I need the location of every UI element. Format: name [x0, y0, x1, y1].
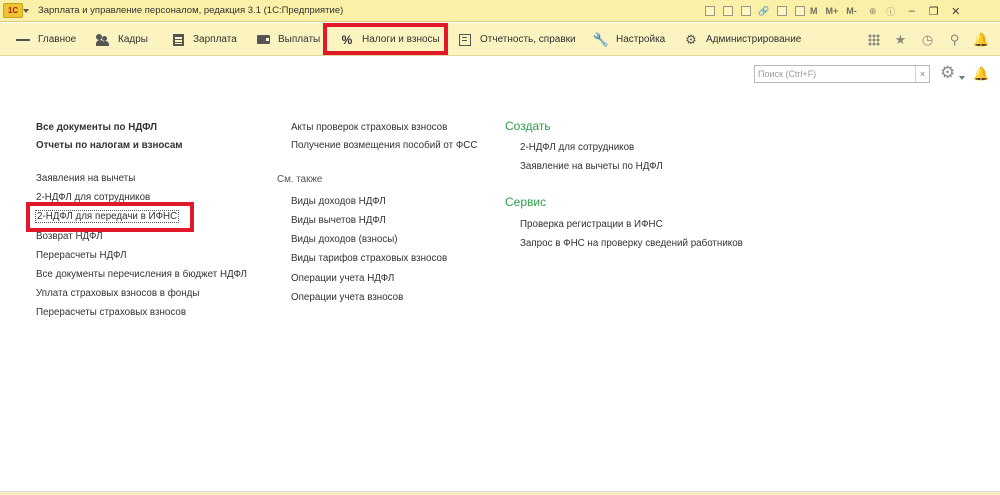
- app-logo[interactable]: 1С: [3, 3, 23, 18]
- menu-item-admin[interactable]: ⚙ Администрирование: [684, 23, 801, 56]
- menu-item-reports[interactable]: Отчетность, справки: [458, 23, 576, 56]
- menu-icon: [16, 33, 31, 47]
- link-deduction-applications[interactable]: Заявления на вычеты: [36, 173, 135, 184]
- wrench-icon: 🔧: [592, 31, 610, 47]
- star-icon[interactable]: ★: [887, 32, 914, 48]
- selected-menu-highlight: [323, 23, 448, 55]
- panel-settings-icon[interactable]: ⚙: [940, 63, 955, 83]
- menu-item-main[interactable]: Главное: [16, 23, 76, 56]
- reports-icon: [458, 33, 472, 47]
- link-ndfl-income-types[interactable]: Виды доходов НДФЛ: [291, 196, 386, 207]
- title-bar: 1С Зарплата и управление персоналом, ред…: [0, 0, 1000, 22]
- status-bar: [0, 491, 1000, 495]
- menu-item-payments[interactable]: Выплаты: [256, 23, 320, 56]
- link-insurance-tariff-types[interactable]: Виды тарифов страховых взносов: [291, 253, 447, 264]
- title-toolbar: 🔗 M M+ M- ⊕ ⓘ ‒ ❐ ✕: [702, 3, 967, 19]
- save-icon[interactable]: [702, 4, 718, 18]
- link-budget-transfer-docs[interactable]: Все документы перечисления в бюджет НДФЛ: [36, 269, 247, 280]
- history-icon[interactable]: ◷: [914, 32, 941, 48]
- link-ndfl-operations[interactable]: Операции учета НДФЛ: [291, 273, 394, 284]
- info-icon[interactable]: ⓘ: [883, 4, 899, 18]
- search-clear-button[interactable]: ×: [915, 66, 929, 82]
- menu-item-settings[interactable]: 🔧 Настройка: [592, 23, 665, 56]
- link-contribution-operations[interactable]: Операции учета взносов: [291, 292, 403, 303]
- link-ndfl-deduction-types[interactable]: Виды вычетов НДФЛ: [291, 215, 386, 226]
- main-menu-bar: Главное Кадры Зарплата Выплаты % Налоги …: [0, 23, 1000, 56]
- apps-grid-icon[interactable]: [860, 33, 887, 46]
- create-2ndfl-employees[interactable]: 2-НДФЛ для сотрудников: [520, 142, 634, 153]
- link-ndfl-refund[interactable]: Возврат НДФЛ: [36, 231, 103, 242]
- link-all-ndfl-docs[interactable]: Все документы по НДФЛ: [36, 122, 157, 133]
- preview-icon[interactable]: [738, 4, 754, 18]
- service-ifns-registration-check[interactable]: Проверка регистрации в ИФНС: [520, 219, 663, 230]
- menubar-right-icons: ★ ◷ ⚲ 🔔: [860, 23, 995, 56]
- search-input[interactable]: [755, 66, 905, 82]
- link-contribution-income-types[interactable]: Виды доходов (взносы): [291, 234, 398, 245]
- calculator-icon[interactable]: [774, 4, 790, 18]
- see-also-label: См. также: [277, 174, 323, 185]
- annotation-highlight-box: [26, 202, 194, 232]
- bell-icon[interactable]: 🔔: [973, 66, 989, 82]
- people-icon: [96, 33, 110, 47]
- print-icon[interactable]: [720, 4, 736, 18]
- calculator-icon: [171, 33, 185, 47]
- window-title: Зарплата и управление персоналом, редакц…: [38, 5, 344, 16]
- gear-icon: ⚙: [685, 31, 697, 47]
- link-ndfl-recalc[interactable]: Перерасчеты НДФЛ: [36, 250, 127, 261]
- link-insurance-recalc[interactable]: Перерасчеты страховых взносов: [36, 307, 186, 318]
- notifications-icon[interactable]: 🔔: [968, 32, 995, 48]
- calendar-icon[interactable]: [792, 4, 808, 18]
- memory-button[interactable]: M: [810, 6, 818, 16]
- close-button[interactable]: ✕: [945, 5, 967, 18]
- restore-button[interactable]: ❐: [923, 5, 945, 18]
- link-tax-reports[interactable]: Отчеты по налогам и взносам: [36, 140, 183, 151]
- search-icon[interactable]: ⚲: [941, 32, 968, 48]
- link-insurance-payments[interactable]: Уплата страховых взносов в фонды: [36, 288, 199, 299]
- link-fss-reimbursement[interactable]: Получение возмещения пособий от ФСС: [291, 140, 477, 151]
- memory-minus-button[interactable]: M-: [846, 6, 857, 16]
- create-deduction-application[interactable]: Заявление на вычеты по НДФЛ: [520, 161, 663, 172]
- create-section-title: Создать: [505, 119, 551, 133]
- service-section-title: Сервис: [505, 195, 547, 209]
- minimize-button[interactable]: ‒: [901, 5, 923, 17]
- wallet-icon: [256, 33, 270, 47]
- link-insurance-audit-acts[interactable]: Акты проверок страховых взносов: [291, 122, 447, 133]
- memory-plus-button[interactable]: M+: [826, 6, 839, 16]
- chevron-down-icon[interactable]: [959, 76, 965, 80]
- service-fns-employee-check[interactable]: Запрос в ФНС на проверку сведений работн…: [520, 238, 743, 249]
- menu-item-hr[interactable]: Кадры: [96, 23, 148, 56]
- search-box: ×: [754, 65, 930, 83]
- chevron-down-icon[interactable]: [23, 9, 29, 13]
- link-icon[interactable]: 🔗: [756, 4, 772, 18]
- zoom-icon[interactable]: ⊕: [865, 4, 881, 18]
- menu-item-salary[interactable]: Зарплата: [171, 23, 237, 56]
